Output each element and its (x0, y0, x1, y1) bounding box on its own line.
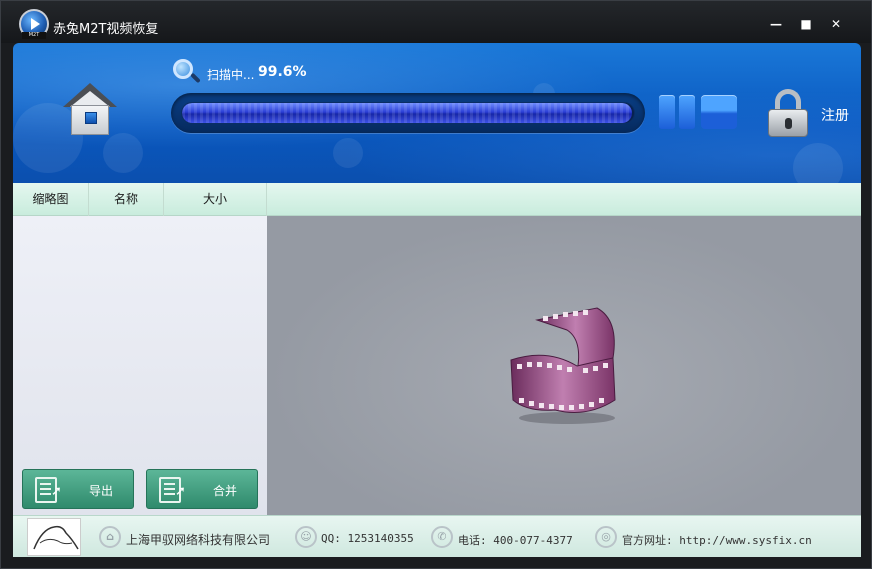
lock-icon[interactable] (768, 89, 808, 139)
search-icon (171, 57, 201, 87)
file-list-header: 缩略图 名称 大小 (13, 183, 861, 216)
close-button[interactable]: ✕ (827, 15, 845, 33)
company-icon: ⌂ (99, 526, 121, 548)
qq-number: QQ: 1253140355 (321, 532, 414, 545)
qq-icon: ☺ (295, 526, 317, 548)
scan-percent: 99.6% (258, 64, 307, 80)
title-bar[interactable]: M2T 赤兔M2T视频恢复 — ■ ✕ (1, 1, 871, 43)
file-list[interactable]: ➚ 导出 ➚ 合并 (13, 216, 267, 515)
export-label: 导出 (89, 484, 114, 498)
company-name: 上海甲驭网络科技有限公司 (126, 533, 271, 547)
preview-pane (267, 216, 861, 515)
film-reel-icon (510, 307, 616, 424)
phone-icon: ✆ (431, 526, 453, 548)
app-window: M2T 赤兔M2T视频恢复 — ■ ✕ 扫描中... 99.6% 注册 缩略图 … (0, 0, 872, 569)
scan-progress-fill (182, 103, 633, 123)
app-logo-tag: M2T (22, 32, 46, 39)
website-link[interactable]: 官方网址: http://www.sysfix.cn (622, 532, 812, 548)
stop-button[interactable] (701, 95, 737, 129)
export-button[interactable]: ➚ 导出 (22, 469, 134, 509)
merge-button[interactable]: ➚ 合并 (146, 469, 258, 509)
home-button[interactable] (63, 83, 117, 139)
app-logo-icon: M2T (19, 9, 49, 39)
phone-number: 电话: 400-077-4377 (458, 534, 573, 547)
scan-status-label: 扫描中... (207, 68, 255, 82)
column-name[interactable]: 名称 (89, 183, 164, 216)
scan-progress-bar (171, 93, 645, 133)
globe-icon: ◎ (595, 526, 617, 548)
header-panel: 扫描中... 99.6% 注册 (13, 43, 861, 183)
register-button[interactable]: 注册 (821, 105, 849, 125)
column-thumbnail[interactable]: 缩略图 (13, 183, 89, 216)
maximize-button[interactable]: ■ (797, 15, 815, 33)
pause-button[interactable] (659, 95, 697, 131)
minimize-button[interactable]: — (767, 15, 785, 33)
footer-bar: ⌂ 上海甲驭网络科技有限公司 ☺ QQ: 1253140355 ✆ 电话: 40… (13, 515, 861, 557)
merge-label: 合并 (213, 484, 238, 498)
company-logo (27, 518, 81, 556)
column-size[interactable]: 大小 (164, 183, 267, 216)
pause-icon (659, 95, 675, 129)
window-title: 赤兔M2T视频恢复 (53, 22, 159, 37)
